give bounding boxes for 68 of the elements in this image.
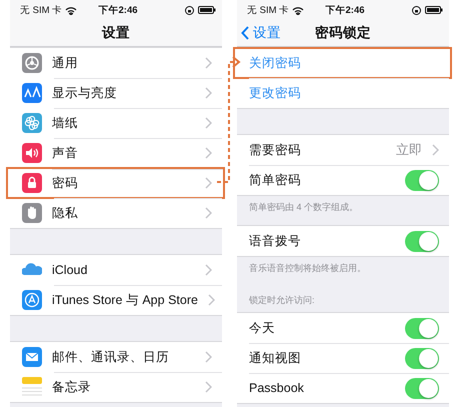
chevron-icon (205, 381, 212, 393)
settings-row[interactable]: 通知视图 (237, 343, 449, 373)
chevron-icon (205, 147, 212, 159)
row-label: 通知视图 (249, 350, 302, 366)
carrier-label: 无 SIM 卡 (247, 4, 290, 16)
row-label: 关闭密码 (249, 54, 302, 72)
settings-row[interactable]: 邮件、通讯录、日历 (10, 342, 222, 372)
settings-row[interactable]: 墙纸 (10, 108, 222, 138)
toggle-switch[interactable] (405, 318, 439, 338)
time-label: 下午2:46 (326, 4, 365, 16)
row-label: 通用 (52, 54, 79, 72)
settings-row[interactable]: 备忘录 (10, 372, 222, 402)
rotation-lock-icon (185, 6, 194, 14)
row-label: 今天 (249, 320, 276, 336)
settings-row[interactable]: 今天 (237, 313, 449, 343)
row-label: 备忘录 (52, 378, 92, 396)
section-footer: 简单密码由 4 个数字组成。 (237, 196, 449, 225)
toggle-switch[interactable] (405, 378, 439, 398)
back-chevron-icon (241, 26, 250, 40)
settings-row[interactable]: 声音 (10, 138, 222, 168)
rotation-lock-icon (412, 6, 422, 14)
chevron-icon (205, 351, 212, 363)
back-button[interactable]: 设置 (241, 20, 281, 46)
chevron-icon (208, 294, 215, 306)
chevron-icon (205, 264, 212, 276)
chevron-icon (205, 207, 212, 219)
section-footer: 音乐语音控制将始终被启用。 (237, 257, 449, 286)
settings-row[interactable]: 隐私 (10, 198, 222, 228)
chevron-icon (205, 117, 212, 129)
settings-row[interactable]: 显示与亮度 (10, 78, 222, 108)
settings-row[interactable]: iCloud (10, 255, 222, 285)
chevron-icon (205, 87, 212, 99)
screen-title: 设置 (102, 24, 130, 42)
row-label: 需要密码 (249, 142, 302, 158)
time-label: 下午2:46 (98, 4, 138, 16)
row-label: 声音 (52, 144, 79, 162)
wifi-icon (65, 6, 78, 14)
settings-row[interactable]: 需要密码 立即 (237, 135, 449, 165)
row-label: 邮件、通讯录、日历 (52, 348, 170, 366)
toggle-switch[interactable] (405, 348, 439, 368)
settings-row[interactable]: Passbook (237, 373, 449, 403)
settings-row[interactable]: 密码 (6, 167, 225, 199)
wifi-icon (292, 6, 304, 14)
row-label: 墙纸 (52, 114, 79, 132)
battery-icon (425, 6, 444, 14)
screen-title: 密码锁定 (315, 24, 371, 42)
row-label: 更改密码 (249, 84, 302, 102)
row-value: 立即 (396, 141, 422, 159)
settings-row[interactable]: iTunes Store 与 App Store (10, 285, 222, 315)
carrier-label: 无 SIM 卡 (20, 4, 62, 16)
row-label: 简单密码 (249, 172, 302, 188)
battery-icon (198, 6, 216, 14)
row-label: Passbook (249, 381, 305, 395)
settings-row[interactable]: 通用 (10, 48, 222, 78)
chevron-icon (432, 144, 439, 156)
row-label: iTunes Store 与 App Store (52, 292, 198, 308)
chevron-icon (205, 57, 212, 69)
row-label: 语音拨号 (249, 232, 302, 250)
chevron-icon (205, 177, 212, 189)
row-label: 显示与亮度 (52, 84, 118, 102)
toggle-switch[interactable] (405, 170, 439, 190)
section-header: 锁定时允许访问: (248, 294, 316, 307)
row-label: 隐私 (52, 204, 79, 222)
row-label: iCloud (52, 263, 88, 277)
settings-row[interactable]: 语音拨号 (237, 226, 449, 256)
row-label: 密码 (52, 174, 79, 192)
toggle-switch[interactable] (405, 230, 439, 252)
settings-row[interactable]: 简单密码 (237, 165, 449, 195)
